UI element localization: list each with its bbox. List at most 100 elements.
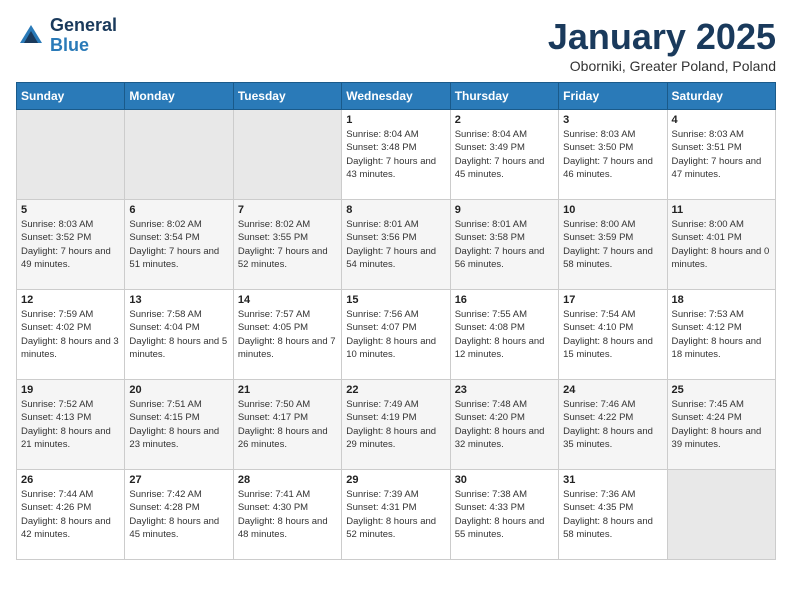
day-number: 3 bbox=[563, 114, 662, 126]
calendar-cell: 3 Sunrise: 8:03 AMSunset: 3:50 PMDaylight… bbox=[559, 110, 667, 200]
calendar-cell bbox=[667, 470, 775, 560]
cell-content: Sunrise: 7:50 AMSunset: 4:17 PMDaylight:… bbox=[238, 398, 337, 451]
calendar-cell bbox=[233, 110, 341, 200]
day-number: 11 bbox=[672, 204, 771, 216]
calendar-week-row: 5 Sunrise: 8:03 AMSunset: 3:52 PMDaylight… bbox=[17, 200, 776, 290]
weekday-header: Sunday bbox=[17, 83, 125, 110]
month-title: January 2025 bbox=[548, 16, 776, 58]
calendar-cell: 27Sunrise: 7:42 AMSunset: 4:28 PMDayligh… bbox=[125, 470, 233, 560]
weekday-header: Tuesday bbox=[233, 83, 341, 110]
page-header: General Blue January 2025 Oborniki, Grea… bbox=[16, 16, 776, 74]
calendar-cell: 13 Sunrise: 7:58 AMSunset: 4:04 PMDayligh… bbox=[125, 290, 233, 380]
day-number: 19 bbox=[21, 384, 120, 396]
cell-content: Sunrise: 8:00 AMSunset: 3:59 PMDaylight:… bbox=[563, 218, 662, 271]
calendar-week-row: 19 Sunrise: 7:52 AMSunset: 4:13 PMDayligh… bbox=[17, 380, 776, 470]
day-number: 2 bbox=[455, 114, 554, 126]
day-number: 21 bbox=[238, 384, 337, 396]
cell-content: Sunrise: 7:48 AMSunset: 4:20 PMDaylight:… bbox=[455, 398, 554, 451]
calendar-cell: 12Sunrise: 7:59 AMSunset: 4:02 PMDayligh… bbox=[17, 290, 125, 380]
cell-content: Sunrise: 7:54 AMSunset: 4:10 PMDaylight:… bbox=[563, 308, 662, 361]
calendar-table: SundayMondayTuesdayWednesdayThursdayFrid… bbox=[16, 82, 776, 560]
calendar-cell: 16Sunrise: 7:55 AMSunset: 4:08 PMDayligh… bbox=[450, 290, 558, 380]
calendar-week-row: 12Sunrise: 7:59 AMSunset: 4:02 PMDayligh… bbox=[17, 290, 776, 380]
cell-content: Sunrise: 8:01 AMSunset: 3:56 PMDaylight:… bbox=[346, 218, 445, 271]
logo-icon bbox=[16, 21, 46, 51]
calendar-cell: 26 Sunrise: 7:44 AMSunset: 4:26 PMDayligh… bbox=[17, 470, 125, 560]
day-number: 31 bbox=[563, 474, 662, 486]
cell-content: Sunrise: 8:02 AMSunset: 3:55 PMDaylight:… bbox=[238, 218, 337, 271]
day-number: 18 bbox=[672, 294, 771, 306]
cell-content: Sunrise: 7:57 AMSunset: 4:05 PMDaylight:… bbox=[238, 308, 337, 361]
cell-content: Sunrise: 7:46 AMSunset: 4:22 PMDaylight:… bbox=[563, 398, 662, 451]
day-number: 28 bbox=[238, 474, 337, 486]
weekday-header: Wednesday bbox=[342, 83, 450, 110]
weekday-header: Monday bbox=[125, 83, 233, 110]
cell-content: Sunrise: 7:55 AMSunset: 4:08 PMDaylight:… bbox=[455, 308, 554, 361]
day-number: 10 bbox=[563, 204, 662, 216]
day-number: 24 bbox=[563, 384, 662, 396]
calendar-cell: 1Sunrise: 8:04 AMSunset: 3:48 PMDaylight… bbox=[342, 110, 450, 200]
cell-content: Sunrise: 7:56 AMSunset: 4:07 PMDaylight:… bbox=[346, 308, 445, 361]
cell-content: Sunrise: 7:41 AMSunset: 4:30 PMDaylight:… bbox=[238, 488, 337, 541]
calendar-cell bbox=[125, 110, 233, 200]
calendar-cell: 28 Sunrise: 7:41 AMSunset: 4:30 PMDayligh… bbox=[233, 470, 341, 560]
cell-content: Sunrise: 7:51 AMSunset: 4:15 PMDaylight:… bbox=[129, 398, 228, 451]
calendar-cell bbox=[17, 110, 125, 200]
calendar-cell: 23 Sunrise: 7:48 AMSunset: 4:20 PMDayligh… bbox=[450, 380, 558, 470]
cell-content: Sunrise: 8:01 AMSunset: 3:58 PMDaylight:… bbox=[455, 218, 554, 271]
calendar-cell: 15 Sunrise: 7:56 AMSunset: 4:07 PMDayligh… bbox=[342, 290, 450, 380]
cell-content: Sunrise: 7:58 AMSunset: 4:04 PMDaylight:… bbox=[129, 308, 228, 361]
day-number: 23 bbox=[455, 384, 554, 396]
calendar-cell: 10 Sunrise: 8:00 AMSunset: 3:59 PMDayligh… bbox=[559, 200, 667, 290]
cell-content: Sunrise: 8:03 AMSunset: 3:50 PMDaylight:… bbox=[563, 128, 662, 181]
day-number: 25 bbox=[672, 384, 771, 396]
cell-content: Sunrise: 8:03 AMSunset: 3:52 PMDaylight:… bbox=[21, 218, 120, 271]
calendar-cell: 5 Sunrise: 8:03 AMSunset: 3:52 PMDaylight… bbox=[17, 200, 125, 290]
weekday-header: Friday bbox=[559, 83, 667, 110]
logo-text: General Blue bbox=[50, 16, 117, 56]
day-number: 20 bbox=[129, 384, 228, 396]
day-number: 22 bbox=[346, 384, 445, 396]
calendar-cell: 6 Sunrise: 8:02 AMSunset: 3:54 PMDaylight… bbox=[125, 200, 233, 290]
calendar-cell: 14 Sunrise: 7:57 AMSunset: 4:05 PMDayligh… bbox=[233, 290, 341, 380]
cell-content: Sunrise: 7:52 AMSunset: 4:13 PMDaylight:… bbox=[21, 398, 120, 451]
cell-content: Sunrise: 7:44 AMSunset: 4:26 PMDaylight:… bbox=[21, 488, 120, 541]
calendar-cell: 30 Sunrise: 7:38 AMSunset: 4:33 PMDayligh… bbox=[450, 470, 558, 560]
cell-content: Sunrise: 8:04 AMSunset: 3:48 PMDaylight:… bbox=[346, 128, 445, 181]
calendar-cell: 29 Sunrise: 7:39 AMSunset: 4:31 PMDayligh… bbox=[342, 470, 450, 560]
calendar-week-row: 1Sunrise: 8:04 AMSunset: 3:48 PMDaylight… bbox=[17, 110, 776, 200]
day-number: 4 bbox=[672, 114, 771, 126]
calendar-cell: 31Sunrise: 7:36 AMSunset: 4:35 PMDayligh… bbox=[559, 470, 667, 560]
title-block: January 2025 Oborniki, Greater Poland, P… bbox=[548, 16, 776, 74]
location-subtitle: Oborniki, Greater Poland, Poland bbox=[548, 58, 776, 74]
calendar-cell: 7 Sunrise: 8:02 AMSunset: 3:55 PMDaylight… bbox=[233, 200, 341, 290]
calendar-cell: 21 Sunrise: 7:50 AMSunset: 4:17 PMDayligh… bbox=[233, 380, 341, 470]
day-number: 29 bbox=[346, 474, 445, 486]
cell-content: Sunrise: 7:42 AMSunset: 4:28 PMDaylight:… bbox=[129, 488, 228, 541]
calendar-cell: 20 Sunrise: 7:51 AMSunset: 4:15 PMDayligh… bbox=[125, 380, 233, 470]
day-number: 7 bbox=[238, 204, 337, 216]
cell-content: Sunrise: 7:49 AMSunset: 4:19 PMDaylight:… bbox=[346, 398, 445, 451]
weekday-header: Thursday bbox=[450, 83, 558, 110]
day-number: 6 bbox=[129, 204, 228, 216]
day-number: 14 bbox=[238, 294, 337, 306]
cell-content: Sunrise: 8:03 AMSunset: 3:51 PMDaylight:… bbox=[672, 128, 771, 181]
weekday-header-row: SundayMondayTuesdayWednesdayThursdayFrid… bbox=[17, 83, 776, 110]
day-number: 30 bbox=[455, 474, 554, 486]
day-number: 15 bbox=[346, 294, 445, 306]
cell-content: Sunrise: 7:38 AMSunset: 4:33 PMDaylight:… bbox=[455, 488, 554, 541]
calendar-week-row: 26 Sunrise: 7:44 AMSunset: 4:26 PMDayligh… bbox=[17, 470, 776, 560]
day-number: 26 bbox=[21, 474, 120, 486]
calendar-cell: 8Sunrise: 8:01 AMSunset: 3:56 PMDaylight… bbox=[342, 200, 450, 290]
calendar-cell: 2Sunrise: 8:04 AMSunset: 3:49 PMDaylight… bbox=[450, 110, 558, 200]
calendar-cell: 4 Sunrise: 8:03 AMSunset: 3:51 PMDaylight… bbox=[667, 110, 775, 200]
cell-content: Sunrise: 7:39 AMSunset: 4:31 PMDaylight:… bbox=[346, 488, 445, 541]
cell-content: Sunrise: 7:45 AMSunset: 4:24 PMDaylight:… bbox=[672, 398, 771, 451]
cell-content: Sunrise: 7:53 AMSunset: 4:12 PMDaylight:… bbox=[672, 308, 771, 361]
day-number: 5 bbox=[21, 204, 120, 216]
cell-content: Sunrise: 8:00 AMSunset: 4:01 PMDaylight:… bbox=[672, 218, 771, 271]
cell-content: Sunrise: 8:02 AMSunset: 3:54 PMDaylight:… bbox=[129, 218, 228, 271]
calendar-cell: 22 Sunrise: 7:49 AMSunset: 4:19 PMDayligh… bbox=[342, 380, 450, 470]
day-number: 13 bbox=[129, 294, 228, 306]
day-number: 9 bbox=[455, 204, 554, 216]
